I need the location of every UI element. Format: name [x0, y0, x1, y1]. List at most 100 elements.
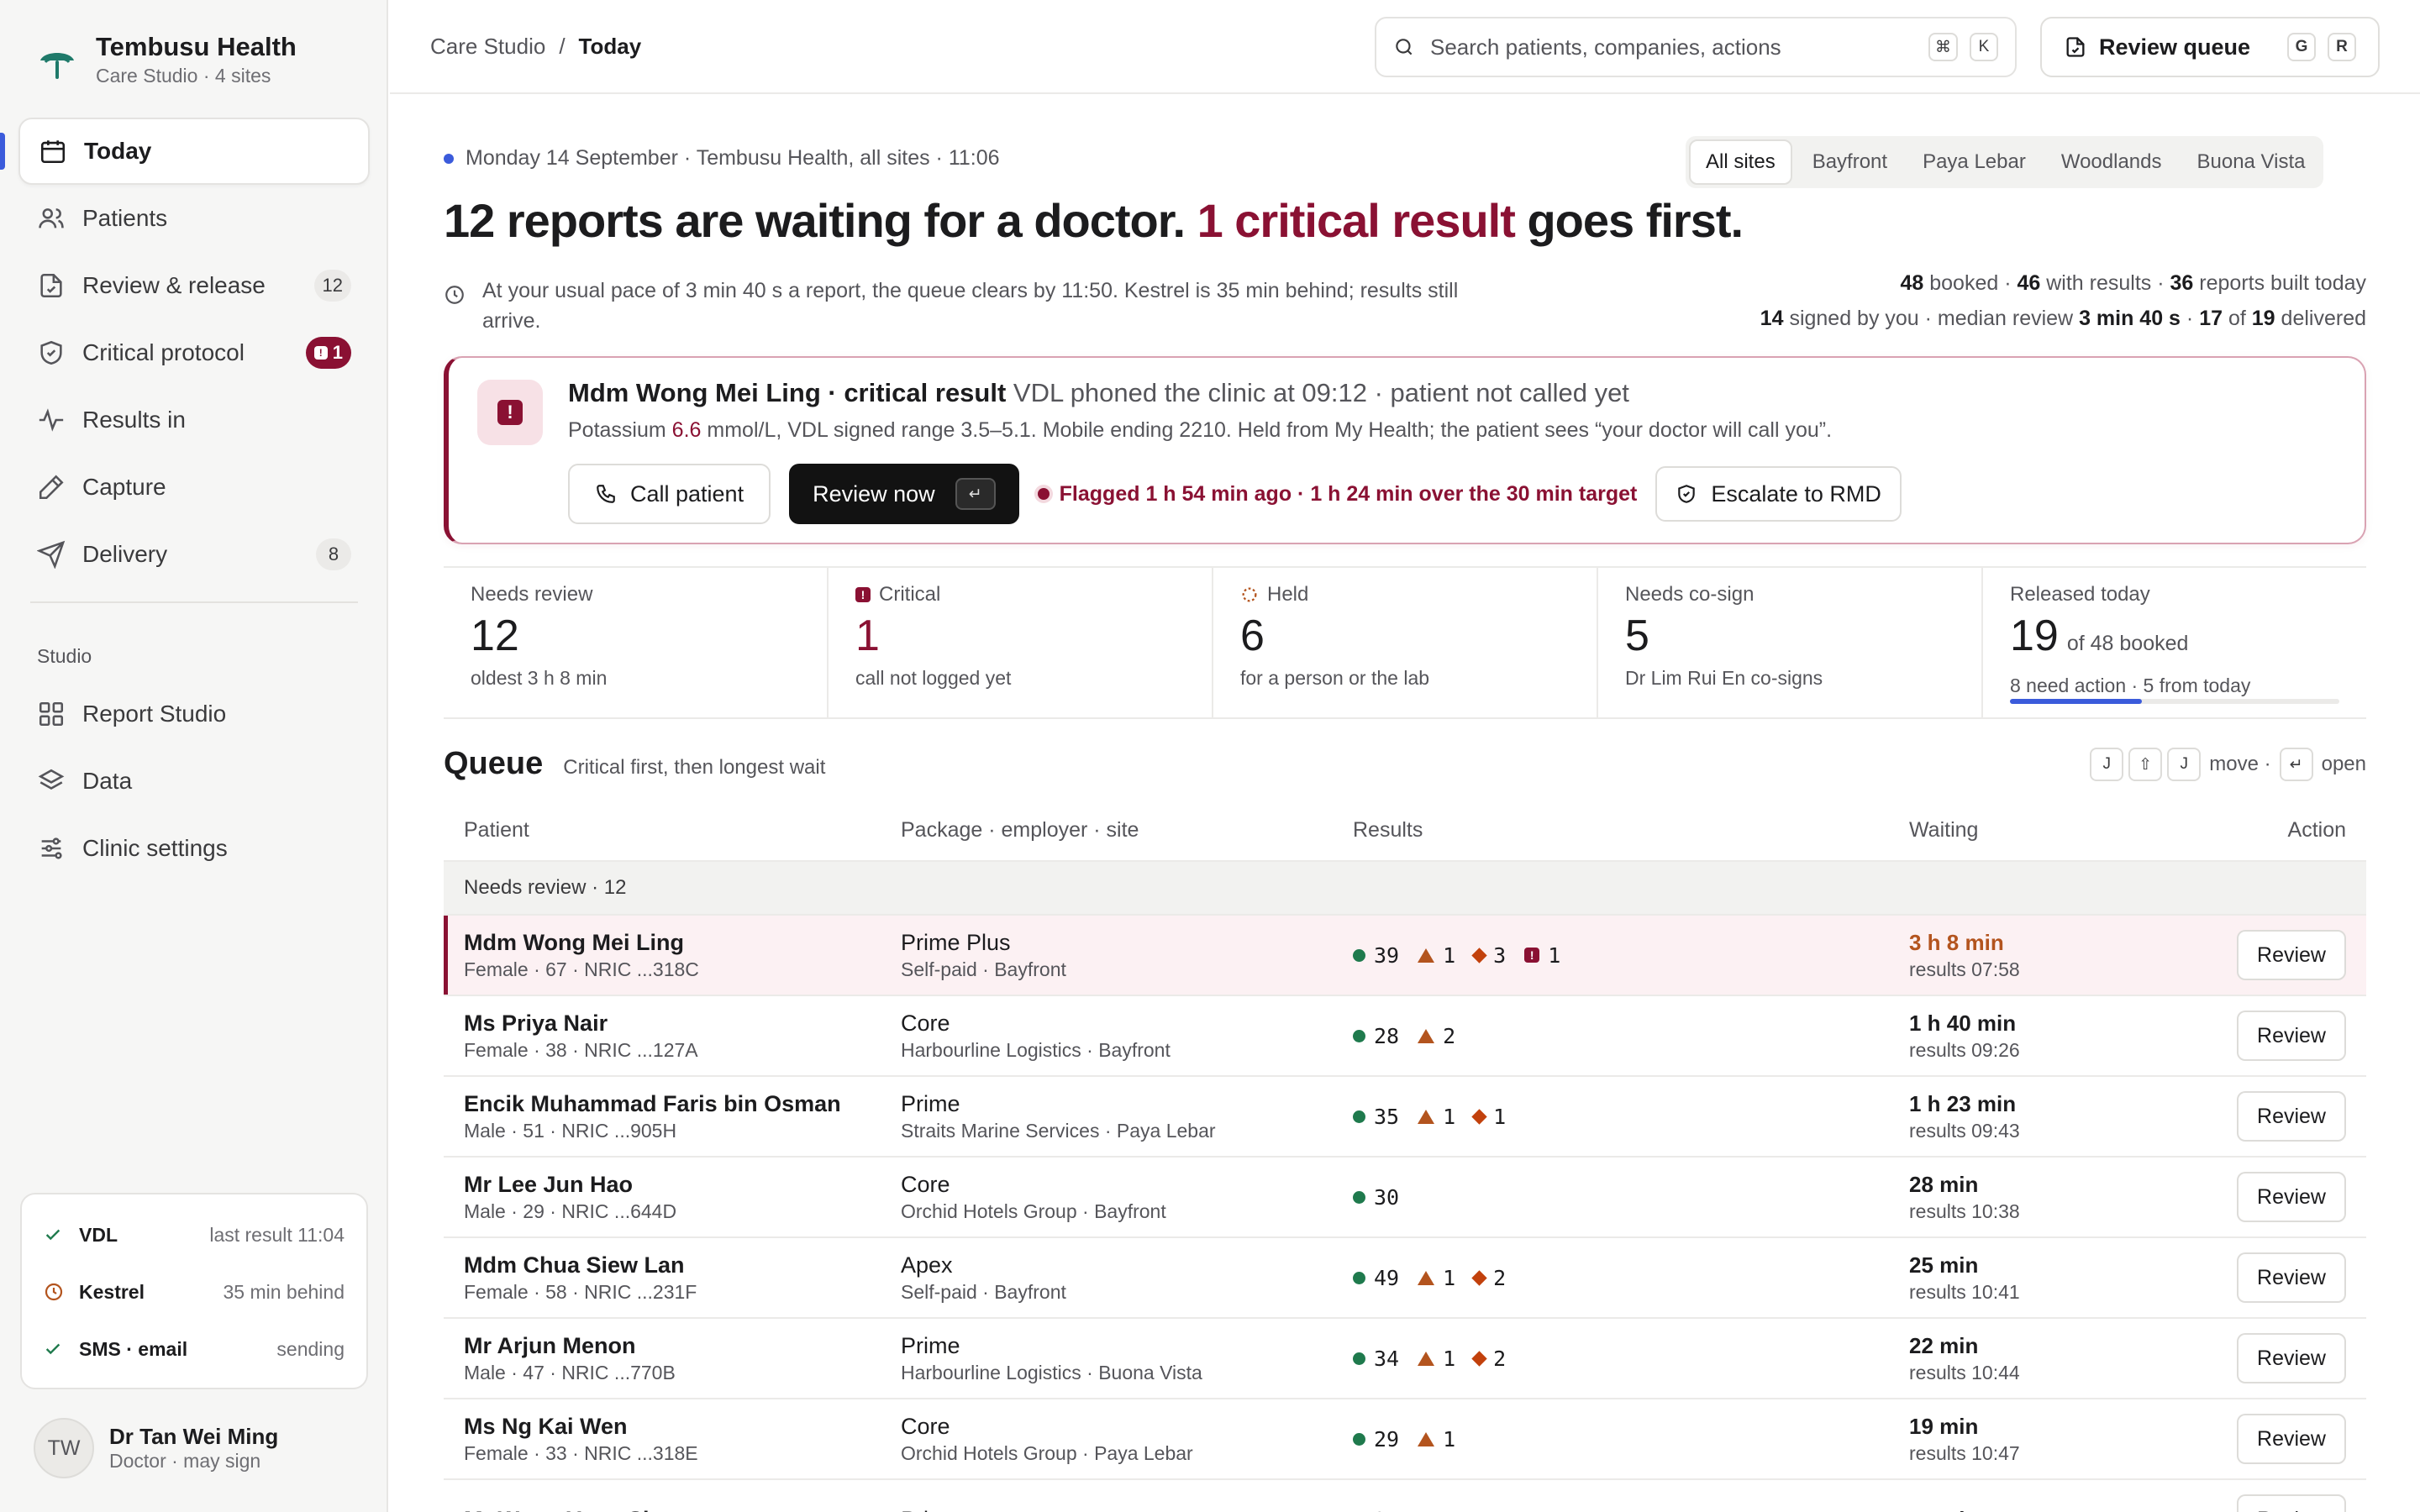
- kbd-hint: K: [1970, 33, 1998, 61]
- nav-item-report-studio[interactable]: Report Studio: [18, 680, 370, 748]
- site-tab-all[interactable]: All sites: [1689, 139, 1792, 185]
- breadcrumb-root[interactable]: Care Studio: [430, 34, 545, 60]
- warning-triangle-icon: [1418, 1270, 1435, 1285]
- patient-name[interactable]: Mr Arjun Menon: [464, 1331, 901, 1360]
- user-profile[interactable]: TW Dr Tan Wei Ming Doctor · may sign: [34, 1418, 278, 1478]
- normal-results: 28: [1353, 1024, 1399, 1048]
- employer-site: Orchid Hotels Group · Bayfront: [901, 1200, 1166, 1222]
- nav-item-critical-protocol[interactable]: Critical protocol ! 1: [18, 319, 370, 386]
- results-time: results 10:38: [1909, 1200, 2020, 1222]
- nav-item-delivery[interactable]: Delivery 8: [18, 521, 370, 588]
- table-row[interactable]: Mr Lee Jun Hao Male · 29 · NRIC ...644D …: [444, 1158, 2366, 1238]
- review-now-button[interactable]: Review now ↵: [789, 464, 1019, 524]
- nav-item-review-release[interactable]: Review & release 12: [18, 252, 370, 319]
- patient-name[interactable]: Mr Wong Yong Sheng: [464, 1505, 901, 1512]
- nav-item-results-in[interactable]: Results in: [18, 386, 370, 454]
- package-cell: Apex Self-paid · Bayfront: [901, 1251, 1353, 1305]
- site-tab-woodlands[interactable]: Woodlands: [2046, 139, 2177, 185]
- escalate-button[interactable]: Escalate to RMD: [1655, 466, 1902, 522]
- flagged-count: 3: [1493, 942, 1507, 968]
- review-button[interactable]: Review: [2237, 1333, 2346, 1383]
- integration-row-sms-email: SMS · email sending: [44, 1320, 345, 1378]
- table-row[interactable]: Ms Priya Nair Female · 38 · NRIC ...127A…: [444, 996, 2366, 1077]
- review-button[interactable]: Review: [2237, 930, 2346, 980]
- queue-subtitle: Critical first, then longest wait: [563, 756, 826, 779]
- enter-key-icon: ↵: [955, 478, 996, 510]
- integration-row-vdl: VDL last result 11:04: [44, 1206, 345, 1263]
- review-button[interactable]: Review: [2237, 1091, 2346, 1142]
- nav-item-label: Today: [84, 138, 152, 164]
- stat-label: delivered: [2281, 307, 2366, 330]
- stat-built: 36: [2170, 271, 2194, 295]
- search-icon: [1396, 39, 1413, 55]
- kpi-sub: 8 need action · 5 from today: [2010, 675, 2251, 696]
- results-summary: 35 1 1 !: [1353, 1508, 1909, 1512]
- review-button[interactable]: Review: [2237, 1011, 2346, 1061]
- nav-item-data[interactable]: Data: [18, 748, 370, 815]
- patient-name[interactable]: Encik Muhammad Faris bin Osman: [464, 1089, 901, 1118]
- kpi-critical[interactable]: ! Critical 1 call not logged yet: [829, 568, 1213, 717]
- call-patient-button[interactable]: Call patient: [568, 464, 771, 524]
- patient-name[interactable]: Mdm Chua Siew Lan: [464, 1251, 901, 1279]
- package-cell: Prime Harbourline Logistics · Buona Vist…: [901, 1331, 1353, 1385]
- results-cell: 35 1 1 !: [1353, 1508, 1909, 1512]
- table-row[interactable]: Mdm Wong Mei Ling Female · 67 · NRIC ...…: [444, 916, 2366, 996]
- site-tab-bayfront[interactable]: Bayfront: [1797, 139, 1902, 185]
- escalate-label: Escalate to RMD: [1711, 480, 1881, 507]
- normal-dot-icon: [1353, 1190, 1365, 1204]
- review-button[interactable]: Review: [2237, 1414, 2346, 1464]
- kpi-needs-cosign[interactable]: Needs co-sign 5 Dr Lim Rui En co-signs: [1598, 568, 1983, 717]
- nav-item-patients[interactable]: Patients: [18, 185, 370, 252]
- abnormal-count: 1: [1443, 1426, 1456, 1452]
- headline-critical[interactable]: 1 critical result: [1197, 194, 1516, 247]
- brand[interactable]: Tembusu Health Care Studio · 4 sites: [37, 30, 297, 87]
- table-row[interactable]: Encik Muhammad Faris bin Osman Male · 51…: [444, 1077, 2366, 1158]
- alert-detail: Potassium 6.6 mmol/L, VDL signed range 3…: [568, 418, 1832, 443]
- tembusu-logo-icon: [40, 53, 74, 79]
- check-icon: [44, 1226, 67, 1244]
- table-row[interactable]: Mdm Chua Siew Lan Female · 58 · NRIC ...…: [444, 1238, 2366, 1319]
- review-button[interactable]: Review: [2237, 1494, 2346, 1512]
- integration-row-kestrel: Kestrel 35 min behind: [44, 1263, 345, 1320]
- column-header[interactable]: Results: [1353, 818, 1909, 843]
- stat-label: of: [2228, 307, 2246, 330]
- patient-demographics: Male · 47 · NRIC ...770B: [464, 1362, 676, 1383]
- column-header[interactable]: Waiting: [1909, 818, 2228, 843]
- search-input[interactable]: Search patients, companies, actions ⌘ K: [1375, 17, 2017, 77]
- patient-name[interactable]: Mdm Wong Mei Ling: [464, 928, 901, 957]
- results-summary: 30 !: [1353, 1185, 1909, 1210]
- normal-dot-icon: [1353, 1432, 1365, 1446]
- alert-patient[interactable]: Mdm Wong Mei Ling · critical result: [568, 378, 1006, 407]
- nav-item-today[interactable]: Today: [18, 118, 370, 185]
- column-header[interactable]: Patient: [444, 818, 901, 843]
- kpi-label: Held: [1267, 583, 1309, 606]
- kpi-released-today[interactable]: Released today 19 of 48 booked 8 need act…: [1983, 568, 2366, 717]
- review-button[interactable]: Review: [2237, 1252, 2346, 1303]
- site-tab-paya-lebar[interactable]: Paya Lebar: [1907, 139, 2041, 185]
- results-summary: 28 2 !: [1353, 1024, 1909, 1048]
- review-button[interactable]: Review: [2237, 1172, 2346, 1222]
- sliders-icon: [41, 837, 62, 859]
- nav-item-clinic-settings[interactable]: Clinic settings: [18, 815, 370, 882]
- patient-name[interactable]: Mr Lee Jun Hao: [464, 1170, 901, 1199]
- review-now-label: Review now: [813, 480, 935, 507]
- normal-results: 34: [1353, 1347, 1399, 1371]
- table-row[interactable]: Ms Ng Kai Wen Female · 33 · NRIC ...318E…: [444, 1399, 2366, 1480]
- nav-item-capture[interactable]: Capture: [18, 454, 370, 521]
- patient-name[interactable]: Ms Ng Kai Wen: [464, 1412, 901, 1441]
- package-name: Core: [901, 1172, 950, 1197]
- warning-triangle-icon: [1418, 1028, 1435, 1043]
- patient-name[interactable]: Ms Priya Nair: [464, 1009, 901, 1037]
- diamond-icon: [1471, 1108, 1487, 1125]
- patient-cell: Ms Priya Nair Female · 38 · NRIC ...127A: [444, 1009, 901, 1063]
- site-tab-buona-vista[interactable]: Buona Vista: [2181, 139, 2320, 185]
- stat-booked: 48: [1900, 271, 1924, 295]
- package-name: Core: [901, 1414, 950, 1439]
- column-header[interactable]: Package · employer · site: [901, 818, 1353, 843]
- kpi-held[interactable]: Held 6 for a person or the lab: [1213, 568, 1598, 717]
- review-queue-button[interactable]: Review queue G R: [2040, 17, 2380, 77]
- table-row[interactable]: Mr Wong Yong Sheng Prime 35 1 1 ! 17 min…: [444, 1480, 2366, 1512]
- table-row[interactable]: Mr Arjun Menon Male · 47 · NRIC ...770B …: [444, 1319, 2366, 1399]
- abnormal-count: 1: [1443, 942, 1456, 968]
- kpi-needs-review[interactable]: Needs review 12 oldest 3 h 8 min: [444, 568, 829, 717]
